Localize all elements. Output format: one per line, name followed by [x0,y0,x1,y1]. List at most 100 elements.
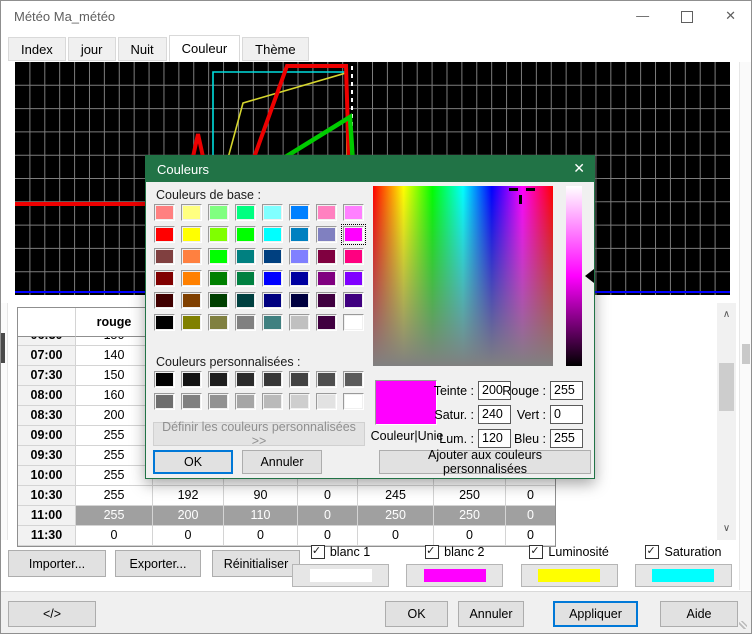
color-picker-button[interactable] [292,564,389,587]
color-swatch[interactable] [181,204,202,221]
outer-scrollbar-thumb[interactable] [742,344,750,364]
minimize-icon[interactable]: — [636,8,649,24]
color-swatch[interactable] [235,393,256,410]
color-swatch[interactable] [343,270,364,287]
hue-saturation-field[interactable] [373,186,553,366]
color-swatch[interactable] [289,226,310,243]
value-cell[interactable]: 255 [76,506,153,526]
reset-button[interactable]: Réinitialiser [212,550,300,577]
color-swatch[interactable] [262,226,283,243]
value-cell[interactable]: 90 [224,486,298,506]
color-swatch[interactable] [181,226,202,243]
value-cell[interactable]: 245 [358,486,434,506]
import-button[interactable]: Importer... [8,550,106,577]
color-swatch[interactable] [316,248,337,265]
color-swatch[interactable] [316,292,337,309]
add-to-custom-colors-button[interactable]: Ajouter aux couleurs personnalisées [379,450,591,474]
color-swatch[interactable] [208,248,229,265]
time-cell[interactable]: 11:00 [18,506,76,526]
value-cell[interactable]: 255 [76,486,153,506]
color-swatch[interactable] [343,248,364,265]
color-swatch[interactable] [289,292,310,309]
value-cell[interactable]: 255 [76,426,153,446]
color-swatch[interactable] [235,248,256,265]
color-swatch[interactable] [316,204,337,221]
value-cell[interactable]: 0 [506,486,555,506]
color-swatch[interactable] [289,371,310,388]
cancel-button[interactable]: Annuler [458,601,524,627]
time-cell[interactable]: 07:30 [18,366,76,386]
value-cell[interactable]: 160 [76,386,153,406]
time-cell[interactable]: 08:00 [18,386,76,406]
color-swatch[interactable] [154,248,175,265]
apply-button[interactable]: Appliquer [553,601,638,627]
color-swatch[interactable] [343,204,364,221]
color-swatch[interactable] [316,371,337,388]
color-picker-button[interactable] [406,564,503,587]
dialog-close-icon[interactable]: ✕ [573,160,585,177]
maximize-icon[interactable] [681,11,693,23]
color-swatch[interactable] [289,393,310,410]
color-swatch[interactable] [343,292,364,309]
color-swatch[interactable] [154,270,175,287]
value-cell[interactable]: 0 [224,526,298,546]
time-cell[interactable]: 10:00 [18,466,76,486]
table-scrollbar-thumb[interactable] [719,363,734,411]
color-swatch[interactable] [154,292,175,309]
export-button[interactable]: Exporter... [115,550,201,577]
red-input[interactable]: 255 [550,381,583,400]
luminance-slider-arrow[interactable] [585,269,594,283]
color-swatch[interactable] [208,204,229,221]
value-cell[interactable]: 0 [76,526,153,546]
value-cell[interactable]: 255 [76,446,153,466]
color-swatch[interactable] [289,314,310,331]
close-icon[interactable]: ✕ [725,8,736,24]
scroll-down-icon[interactable]: ∨ [717,523,736,534]
scroll-up-icon[interactable]: ∧ [717,309,736,320]
time-cell[interactable]: 06:30 [18,337,76,346]
color-swatch[interactable] [235,371,256,388]
ok-button[interactable]: OK [385,601,448,627]
color-swatch[interactable] [235,314,256,331]
color-swatch[interactable] [343,393,364,410]
color-swatch[interactable] [316,226,337,243]
color-swatch[interactable] [262,270,283,287]
time-cell[interactable]: 09:00 [18,426,76,446]
tab-thème[interactable]: Thème [242,37,308,61]
checkbox[interactable]: ✓ [645,545,659,559]
resize-grip[interactable] [739,621,747,629]
color-swatch[interactable] [289,270,310,287]
value-cell[interactable]: 140 [76,346,153,366]
color-swatch[interactable] [343,371,364,388]
checkbox[interactable]: ✓ [311,545,325,559]
color-swatch[interactable] [289,248,310,265]
time-cell[interactable]: 11:30 [18,526,76,546]
color-swatch[interactable] [343,314,364,331]
color-picker-button[interactable] [521,564,618,587]
color-swatch[interactable] [181,248,202,265]
time-cell[interactable]: 10:30 [18,486,76,506]
table-scrollbar[interactable]: ∧ ∨ [717,303,736,540]
table-row[interactable]: 11:0025520011002502500 [18,506,555,526]
value-cell[interactable]: 110 [224,506,298,526]
time-cell[interactable]: 07:00 [18,346,76,366]
value-cell[interactable]: 255 [76,466,153,486]
blue-input[interactable]: 255 [550,429,583,448]
value-cell[interactable]: 200 [76,406,153,426]
value-cell[interactable]: 150 [76,337,153,346]
color-swatch[interactable] [154,371,175,388]
tab-index[interactable]: Index [8,37,66,61]
color-swatch[interactable] [262,314,283,331]
color-swatch[interactable] [343,226,364,243]
luminance-bar[interactable] [566,186,582,366]
color-swatch[interactable] [235,204,256,221]
color-swatch[interactable] [316,270,337,287]
value-cell[interactable]: 0 [153,526,224,546]
checkbox[interactable]: ✓ [425,545,439,559]
color-swatch[interactable] [262,204,283,221]
value-cell[interactable]: 192 [153,486,224,506]
color-swatch[interactable] [208,270,229,287]
value-cell[interactable]: 250 [434,486,506,506]
color-swatch[interactable] [262,248,283,265]
color-swatch[interactable] [154,226,175,243]
